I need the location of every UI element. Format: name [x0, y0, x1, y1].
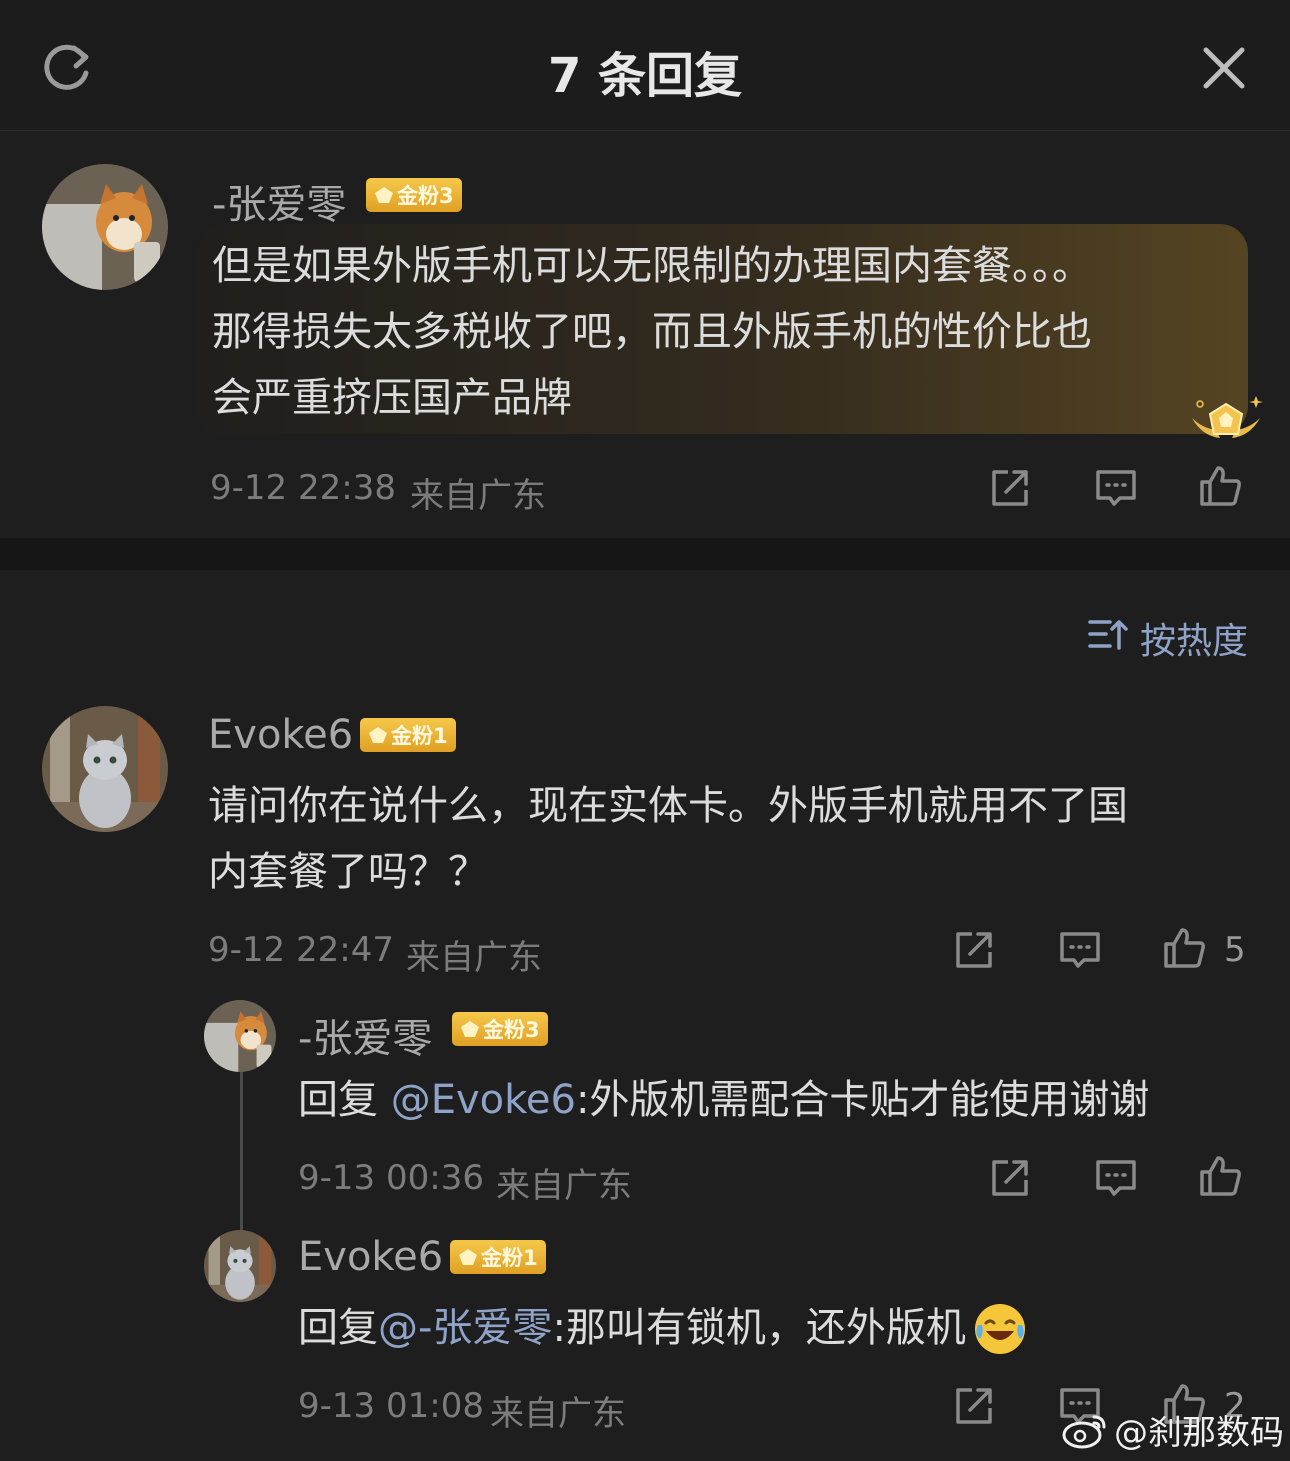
- avatar[interactable]: [42, 164, 168, 290]
- watermark: @刹那数码: [1062, 1405, 1284, 1454]
- fan-badge: 金粉1: [450, 1240, 546, 1274]
- badge-label: 金粉1: [481, 1246, 538, 1270]
- comment-icon[interactable]: [1094, 466, 1138, 510]
- comment-time: 9-13 01:08: [298, 1386, 484, 1426]
- comment-icon[interactable]: [1094, 1156, 1138, 1200]
- avatar[interactable]: [204, 1000, 276, 1072]
- comment-text-line: 会严重挤压国产品牌: [212, 375, 572, 421]
- close-icon[interactable]: [1198, 42, 1250, 94]
- comment-text-line: 请问你在说什么，现在实体卡。外版手机就用不了国: [208, 783, 1128, 829]
- gem-icon: [461, 1021, 479, 1037]
- comment-location: 来自广东: [490, 1394, 626, 1434]
- section-divider: [0, 538, 1290, 570]
- gem-icon: [459, 1249, 477, 1265]
- mention-link[interactable]: @Evoke6: [391, 1077, 576, 1123]
- username[interactable]: -张爱零: [298, 1006, 432, 1064]
- reply-body: :那叫有锁机，还外版机: [552, 1305, 966, 1351]
- comment-text-line: 那得损失太多税收了吧，而且外版手机的性价比也: [212, 309, 1092, 355]
- cat-avatar-icon: [204, 1230, 276, 1302]
- watermark-text: @刹那数码: [1114, 1413, 1284, 1453]
- header-bar: 7 条回复: [0, 0, 1290, 131]
- laugh-cry-emoji: [974, 1303, 1025, 1354]
- reply-text: 回复 @-张爱零:那叫有锁机，还外版机: [298, 1296, 1028, 1361]
- username[interactable]: -张爱零: [212, 172, 346, 230]
- like-icon[interactable]: [1162, 926, 1206, 970]
- sort-by-hot-button[interactable]: 按热度: [1140, 612, 1248, 664]
- gem-icon: [369, 727, 387, 743]
- like-icon[interactable]: [1198, 464, 1242, 508]
- sort-icon[interactable]: [1088, 618, 1128, 652]
- comment-time: 9-13 00:36: [298, 1158, 484, 1198]
- comment-time: 9-12 22:38: [210, 468, 396, 508]
- cat-avatar-icon: [42, 706, 168, 832]
- comment-location: 来自广东: [496, 1166, 632, 1206]
- comment-text-line: 但是如果外版手机可以无限制的办理国内套餐。。。: [212, 243, 1092, 289]
- like-icon[interactable]: [1198, 1154, 1242, 1198]
- share-icon[interactable]: [952, 1384, 996, 1428]
- badge-label: 金粉3: [397, 184, 454, 208]
- avatar[interactable]: [204, 1230, 276, 1302]
- comment-location: 来自广东: [410, 476, 546, 516]
- badge-label: 金粉3: [483, 1018, 540, 1042]
- weibo-icon: [1062, 1415, 1106, 1448]
- shiba-avatar-icon: [204, 1000, 276, 1072]
- avatar[interactable]: [42, 706, 168, 832]
- username[interactable]: Evoke6: [298, 1234, 443, 1280]
- comment-icon[interactable]: [1058, 928, 1102, 972]
- share-icon[interactable]: [988, 1156, 1032, 1200]
- fan-badge: 金粉1: [360, 718, 456, 752]
- fan-badge: 金粉3: [452, 1012, 548, 1046]
- thread-line: [240, 1068, 243, 1233]
- reply-prefix: 回复: [298, 1077, 391, 1123]
- fan-badge: 金粉3: [366, 178, 462, 212]
- share-icon[interactable]: [988, 466, 1032, 510]
- share-icon[interactable]: [952, 928, 996, 972]
- reply-text: 回复 @Evoke6:外版机需配合卡贴才能使用谢谢: [298, 1068, 1149, 1133]
- shiba-avatar-icon: [42, 164, 168, 290]
- badge-label: 金粉1: [391, 724, 448, 748]
- page-title: 7 条回复: [547, 48, 743, 104]
- gold-crest-icon: [1192, 396, 1263, 438]
- like-count: 5: [1224, 930, 1246, 970]
- reply-prefix: 回复: [298, 1305, 378, 1351]
- gem-icon: [375, 187, 393, 203]
- comment-text-line: 内套餐了吗？？: [208, 849, 488, 895]
- mention-link[interactable]: @-张爱零: [378, 1296, 552, 1361]
- comment-time: 9-12 22:47: [208, 930, 394, 970]
- comment-location: 来自广东: [406, 938, 542, 978]
- username[interactable]: Evoke6: [208, 712, 353, 758]
- reply-body: :外版机需配合卡贴才能使用谢谢: [575, 1077, 1150, 1123]
